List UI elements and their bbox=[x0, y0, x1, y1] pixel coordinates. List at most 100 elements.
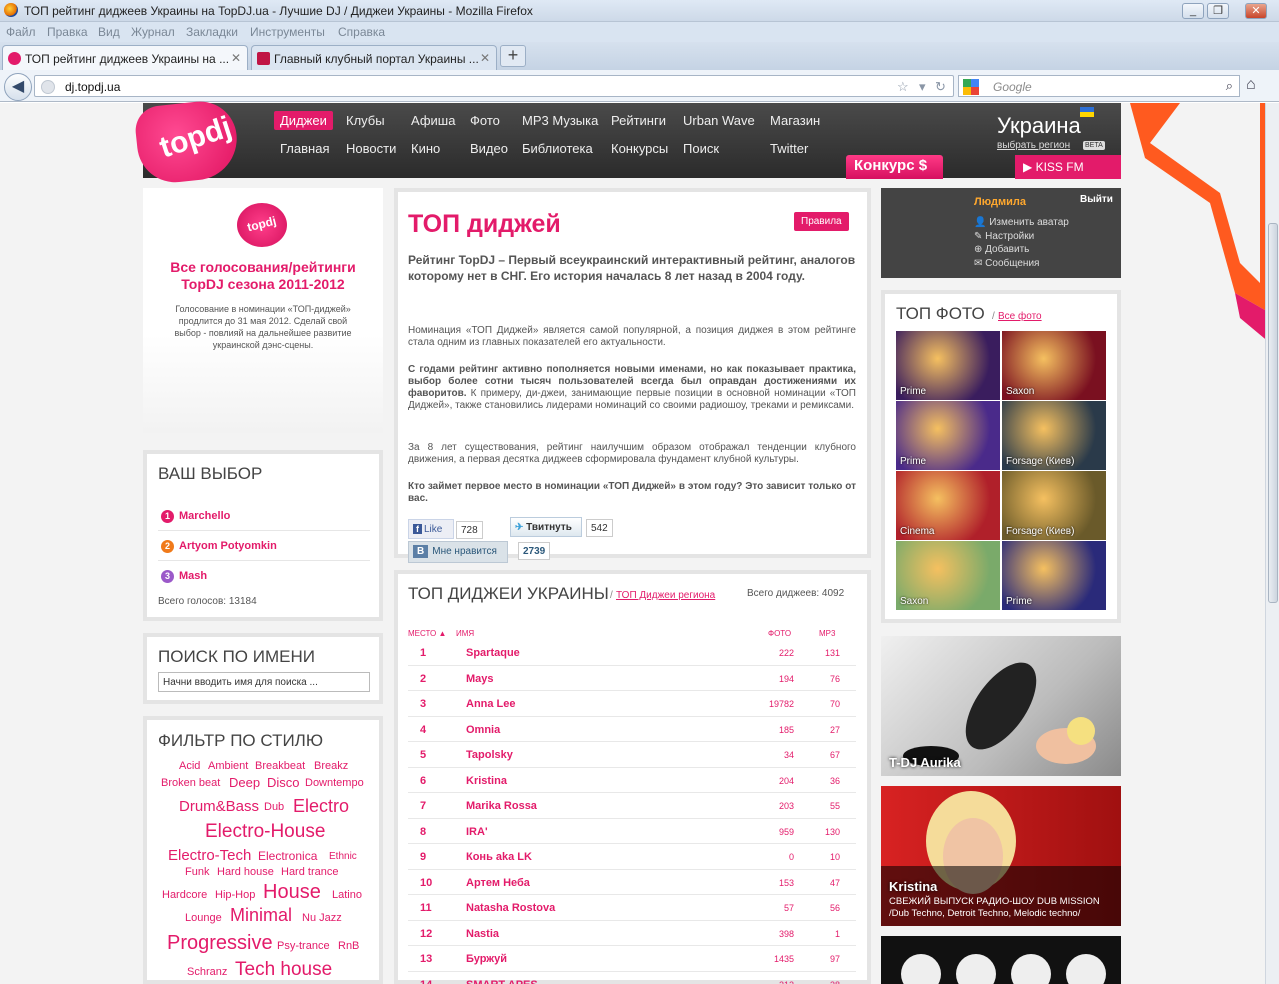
style-tag[interactable]: RnB bbox=[338, 940, 359, 952]
logout-link[interactable]: Выйти bbox=[1080, 194, 1113, 205]
settings-link[interactable]: ✎ Настройки bbox=[974, 231, 1034, 242]
topdj-logo[interactable]: topdj bbox=[133, 97, 241, 187]
style-tag[interactable]: Ethnic bbox=[329, 851, 357, 862]
choice-dj-name[interactable]: Marchello bbox=[179, 510, 230, 522]
photo-tile[interactable]: Prime bbox=[896, 331, 1000, 400]
vote-title[interactable]: Все голосования/рейтинги TopDJ сезона 20… bbox=[150, 259, 376, 293]
bookmark-star-icon[interactable]: ☆ bbox=[897, 79, 909, 95]
dj-name-link[interactable]: Буржуй bbox=[466, 953, 507, 965]
menu-edit[interactable]: Правка bbox=[47, 25, 88, 39]
photo-tile[interactable]: Saxon bbox=[896, 541, 1000, 610]
dj-name-link[interactable]: Nastia bbox=[466, 928, 499, 940]
style-tag[interactable]: Dub bbox=[264, 801, 284, 813]
style-tag[interactable]: House bbox=[263, 881, 321, 904]
table-row[interactable]: 11 Natasha Rostova 57 56 bbox=[408, 895, 856, 921]
all-photos-link[interactable]: Все фото bbox=[998, 311, 1042, 322]
style-tag[interactable]: Hard house bbox=[217, 866, 274, 878]
style-tag[interactable]: Psy-trance bbox=[277, 940, 330, 952]
sort-by-mp3-header[interactable]: MP3 bbox=[819, 629, 835, 638]
new-tab-button[interactable]: + bbox=[500, 45, 526, 67]
menu-help[interactable]: Справка bbox=[338, 25, 385, 39]
choice-item[interactable]: 1 Marchello bbox=[158, 504, 370, 531]
vertical-scrollbar[interactable] bbox=[1265, 103, 1279, 984]
dj-name-link[interactable]: Marika Rossa bbox=[466, 800, 537, 812]
dj-name-link[interactable]: Tapolsky bbox=[466, 749, 513, 761]
style-tag[interactable]: Funk bbox=[185, 866, 209, 878]
table-row[interactable]: 13 Буржуй 1435 97 bbox=[408, 946, 856, 972]
sort-by-photo-header[interactable]: ФОТО bbox=[768, 629, 791, 638]
photo-tile[interactable]: Saxon bbox=[1002, 331, 1106, 400]
table-row[interactable]: 5 Tapolsky 34 67 bbox=[408, 742, 856, 768]
dj-name-link[interactable]: Mays bbox=[466, 673, 494, 685]
style-tag[interactable]: Drum&Bass bbox=[179, 798, 259, 815]
style-tag[interactable]: Progressive bbox=[167, 932, 273, 955]
choice-dj-name[interactable]: Mash bbox=[179, 570, 207, 582]
nav-contests[interactable]: Конкурсы bbox=[611, 141, 668, 156]
nav-news[interactable]: Новости bbox=[346, 141, 396, 156]
nav-djs[interactable]: Диджеи bbox=[274, 111, 333, 130]
minimize-button[interactable]: _ bbox=[1182, 3, 1204, 19]
nav-urban-wave[interactable]: Urban Wave bbox=[683, 113, 755, 128]
menu-view[interactable]: Вид bbox=[98, 25, 120, 39]
kissfm-player-button[interactable]: ▶ KISS FM bbox=[1015, 155, 1121, 179]
choice-dj-name[interactable]: Artyom Potyomkin bbox=[179, 540, 277, 552]
contest-button[interactable]: Конкурс $ bbox=[846, 155, 943, 179]
style-tag[interactable]: Hardcore bbox=[162, 889, 207, 901]
nav-mp3[interactable]: MP3 Музыка bbox=[522, 113, 598, 128]
photo-tile[interactable]: Prime bbox=[1002, 541, 1106, 610]
table-row[interactable]: 8 IRA' 959 130 bbox=[408, 819, 856, 844]
nav-clubs[interactable]: Клубы bbox=[346, 113, 385, 128]
back-button[interactable]: ◀ bbox=[4, 73, 32, 101]
photo-tile[interactable]: Cinema bbox=[896, 471, 1000, 540]
style-tag[interactable]: Electronica bbox=[258, 849, 317, 863]
dj-name-link[interactable]: SMART APES bbox=[466, 979, 538, 984]
style-tag[interactable]: Acid bbox=[179, 760, 200, 772]
style-tag[interactable]: Hard trance bbox=[281, 866, 338, 878]
nav-afisha[interactable]: Афиша bbox=[411, 113, 455, 128]
close-tab-icon[interactable]: ✕ bbox=[480, 51, 490, 65]
dj-name-link[interactable]: Spartaque bbox=[466, 647, 520, 659]
google-icon[interactable] bbox=[963, 79, 979, 95]
table-row[interactable]: 7 Marika Rossa 203 55 bbox=[408, 793, 856, 819]
change-avatar-link[interactable]: 👤 Изменить аватар bbox=[974, 217, 1069, 228]
promo-banner[interactable]: T-DJ Aurika bbox=[881, 636, 1121, 776]
close-window-button[interactable]: ✕ bbox=[1245, 3, 1267, 19]
username[interactable]: Людмила bbox=[974, 196, 1026, 208]
table-row[interactable]: 1 Spartaque 222 131 bbox=[408, 640, 856, 666]
sort-by-place-header[interactable]: МЕСТО ▲ bbox=[408, 629, 446, 638]
table-row[interactable]: 9 Конь aka LK 0 10 bbox=[408, 844, 856, 870]
style-tag[interactable]: Broken beat bbox=[161, 777, 220, 789]
nav-shop[interactable]: Магазин bbox=[770, 113, 820, 128]
maximize-button[interactable]: ❐ bbox=[1207, 3, 1229, 19]
tab-topdj[interactable]: ТОП рейтинг диджеев Украины на ... ✕ bbox=[2, 45, 248, 70]
menu-tools[interactable]: Инструменты bbox=[250, 25, 325, 39]
style-tag[interactable]: Breakbeat bbox=[255, 760, 305, 772]
home-icon[interactable]: ⌂ bbox=[1246, 76, 1256, 94]
style-tag[interactable]: Latino bbox=[332, 889, 362, 901]
dj-name-link[interactable]: Omnia bbox=[466, 724, 500, 736]
tweet-button[interactable]: ✈ Твитнуть bbox=[510, 517, 582, 537]
dj-name-link[interactable]: Конь aka LK bbox=[466, 851, 532, 863]
nav-home[interactable]: Главная bbox=[280, 141, 329, 156]
dj-name-link[interactable]: Kristina bbox=[466, 775, 507, 787]
style-tag[interactable]: Ambient bbox=[208, 760, 248, 772]
promo-banner[interactable]: Kristina СВЕЖИЙ ВЫПУСК РАДИО-ШОУ DUB MIS… bbox=[881, 786, 1121, 926]
menu-history[interactable]: Журнал bbox=[131, 25, 175, 39]
style-tag[interactable]: Electro-House bbox=[205, 821, 325, 843]
nav-cinema[interactable]: Кино bbox=[411, 141, 440, 156]
table-row[interactable]: 3 Anna Lee 19782 70 bbox=[408, 691, 856, 717]
nav-ratings[interactable]: Рейтинги bbox=[611, 113, 666, 128]
tab-club-portal[interactable]: Главный клубный портал Украины ... ✕ bbox=[251, 45, 497, 70]
search-icon[interactable]: ⌕ bbox=[1226, 78, 1233, 94]
promo-banner[interactable] bbox=[881, 936, 1121, 984]
add-link[interactable]: ⊕ Добавить bbox=[974, 244, 1029, 255]
table-row[interactable]: 10 Артем Неба 153 47 bbox=[408, 870, 856, 895]
url-bar[interactable]: dj.topdj.ua ☆ ▾ ↻ bbox=[34, 75, 954, 97]
photo-tile[interactable]: Prime bbox=[896, 401, 1000, 470]
style-tag[interactable]: Electro-Tech bbox=[168, 847, 251, 864]
style-tag[interactable]: Disco bbox=[267, 775, 300, 790]
messages-link[interactable]: ✉ Сообщения bbox=[974, 258, 1039, 269]
nav-search[interactable]: Поиск bbox=[683, 141, 719, 156]
region-top-link[interactable]: ТОП Диджеи региона bbox=[616, 590, 715, 601]
table-row[interactable]: 12 Nastia 398 1 bbox=[408, 921, 856, 946]
